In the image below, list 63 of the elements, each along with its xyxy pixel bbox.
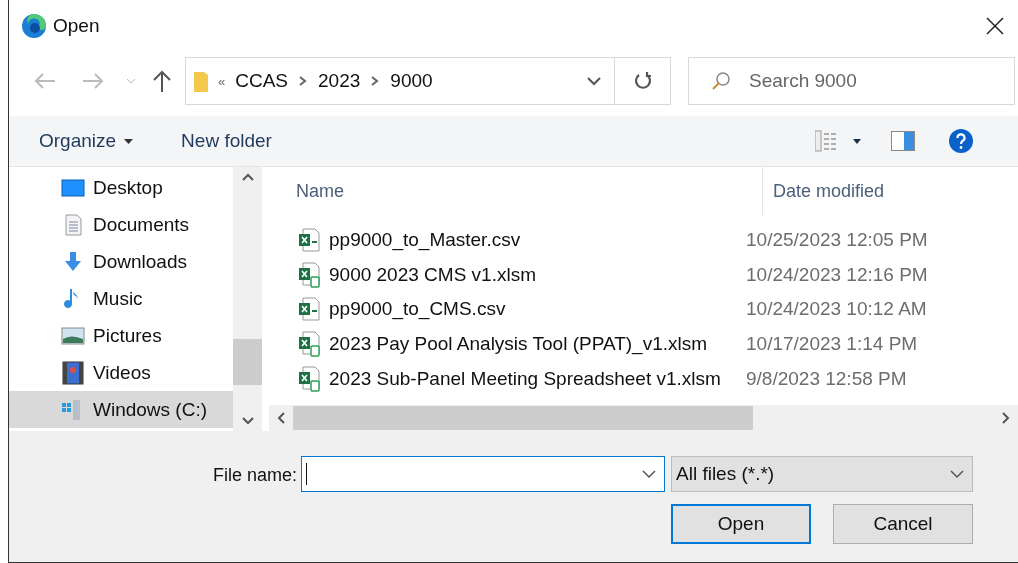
- spreadsheet-file-icon: [299, 261, 321, 288]
- nav-item[interactable]: Pictures: [9, 317, 233, 354]
- column-header[interactable]: Date modified: [763, 167, 1013, 215]
- help-icon: [948, 129, 973, 153]
- breadcrumb[interactable]: 2023: [318, 70, 361, 92]
- scroll-up-icon: [241, 173, 254, 181]
- file-name-label: File name:: [212, 464, 297, 486]
- chevron-down-icon: [950, 469, 964, 479]
- vertical-scrollbar[interactable]: [233, 167, 262, 431]
- folder-icon: [194, 70, 208, 92]
- column-header[interactable]: Name: [269, 167, 763, 215]
- nav-item[interactable]: Documents: [9, 206, 233, 243]
- spreadsheet-file-icon: [299, 228, 321, 253]
- file-name[interactable]: pp9000_to_CMS.csv: [269, 297, 746, 322]
- chevron-icon: [298, 75, 309, 87]
- breadcrumb[interactable]: CCAS: [235, 70, 289, 92]
- refresh-icon: [632, 71, 653, 91]
- nav-item[interactable]: Windows (C:): [9, 391, 233, 428]
- nav-item[interactable]: Music: [9, 280, 233, 317]
- breadcrumb[interactable]: «: [218, 73, 226, 89]
- file-name[interactable]: pp9000_to_Master.csv: [269, 228, 746, 253]
- nav-item[interactable]: Videos: [9, 354, 233, 391]
- scroll-thumb[interactable]: [293, 406, 753, 430]
- chevron-icon: [370, 75, 381, 87]
- preview-pane-icon: [890, 131, 915, 151]
- chevron-down-icon: [642, 469, 656, 479]
- search-field[interactable]: Search 9000: [688, 57, 1015, 105]
- spreadsheet-file-icon: [299, 331, 321, 358]
- scroll-thumb[interactable]: [233, 339, 262, 385]
- browser-logo-icon: [21, 13, 47, 39]
- window-title: Open: [53, 15, 101, 37]
- file-name[interactable]: 2023 Sub-Panel Meeting Spreadsheet v1.xlsm: [269, 365, 746, 392]
- date-modified: 10/17/2023 1:14 PM: [746, 333, 918, 356]
- date-modified: 9/8/2023 12:58 PM: [746, 367, 907, 390]
- horizontal-scrollbar[interactable]: [269, 405, 1018, 431]
- caret-icon: [126, 78, 136, 84]
- organize-menu[interactable]: Organize: [39, 130, 134, 152]
- nav-item[interactable]: Desktop: [9, 169, 233, 206]
- file-type-dropdown[interactable]: All files (*.*): [671, 456, 973, 492]
- chevron-down-icon: [587, 76, 601, 86]
- film-icon: [61, 360, 85, 385]
- date-modified: 10/25/2023 12:05 PM: [746, 229, 928, 252]
- nav-item[interactable]: Downloads: [9, 243, 233, 280]
- file-name-field[interactable]: [301, 456, 665, 492]
- up-arrow-icon: [153, 70, 171, 92]
- date-modified: 10/24/2023 12:16 PM: [746, 263, 928, 286]
- search-icon: [711, 71, 731, 91]
- caret-icon: [124, 138, 134, 144]
- date-modified: 10/24/2023 10:12 AM: [746, 298, 927, 321]
- close-icon: [986, 17, 1004, 35]
- breadcrumb[interactable]: 9000: [390, 70, 433, 92]
- file-name[interactable]: 9000 2023 CMS v1.xlsm: [269, 261, 746, 288]
- open-button[interactable]: Open: [671, 504, 811, 544]
- back-arrow-icon: [34, 73, 56, 89]
- spreadsheet-file-icon: [299, 365, 321, 392]
- address-bar[interactable]: « CCAS 2023 9000: [185, 57, 671, 105]
- spreadsheet-file-icon: [299, 297, 321, 322]
- file-name[interactable]: 2023 Pay Pool Analysis Tool (PPAT)_v1.xlsm: [269, 331, 746, 358]
- cancel-button[interactable]: Cancel: [833, 504, 973, 544]
- forward-arrow-icon: [82, 73, 104, 89]
- scroll-down-icon: [241, 417, 254, 425]
- new-folder-button[interactable]: New folder: [181, 130, 272, 152]
- details-view-icon: [814, 130, 861, 152]
